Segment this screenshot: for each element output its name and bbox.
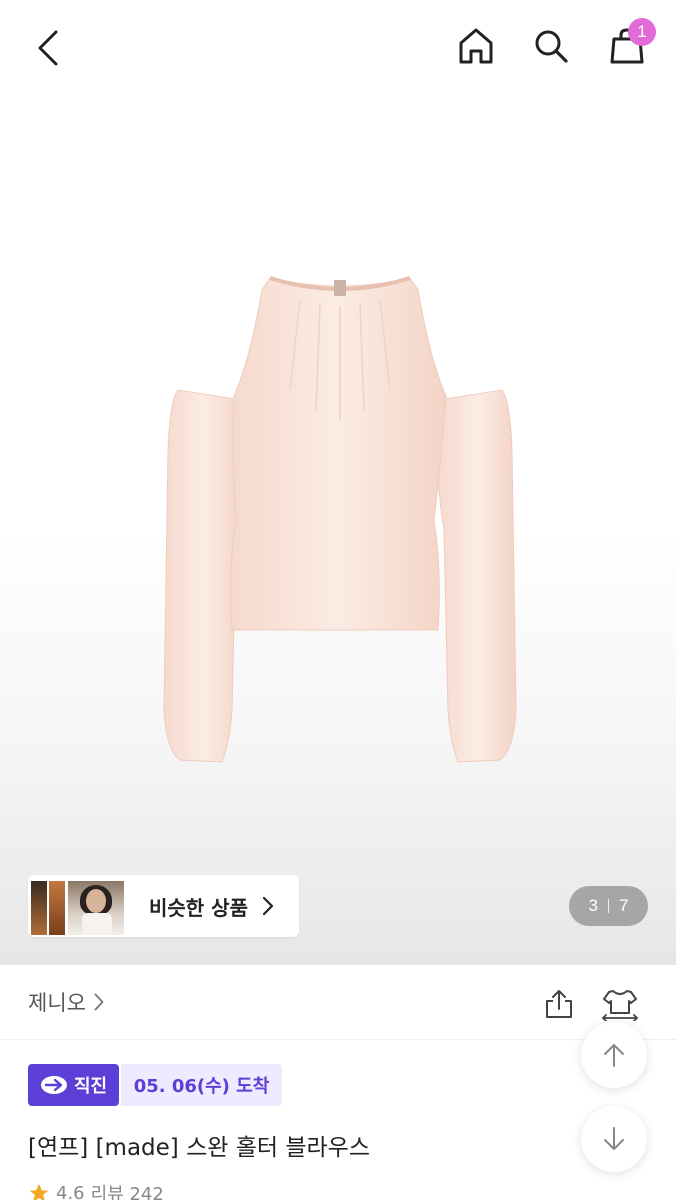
share-button[interactable] xyxy=(538,983,580,1025)
share-icon xyxy=(546,990,572,1018)
size-fit-button[interactable] xyxy=(598,983,642,1025)
home-icon xyxy=(459,28,493,64)
image-pager: 3 7 xyxy=(569,886,648,926)
star-icon xyxy=(29,1183,49,1200)
back-icon xyxy=(38,30,58,66)
arrow-logo-icon xyxy=(40,1076,67,1094)
brand-name: 제니오 xyxy=(28,991,86,1015)
thumbnail-image xyxy=(49,881,65,935)
arrow-down-icon xyxy=(604,1127,624,1150)
thumbnail-image xyxy=(31,881,47,935)
rating-score: 4.6 xyxy=(56,1182,85,1200)
product-title: [연프] [made] 스완 홀터 블라우스 xyxy=(28,1135,370,1161)
scroll-up-button[interactable] xyxy=(581,1022,647,1088)
similar-products-button[interactable]: 비슷한 상품 xyxy=(28,875,299,937)
pager-divider xyxy=(608,899,609,913)
back-button[interactable] xyxy=(24,24,72,72)
brand-row: 제니오 xyxy=(0,965,676,1040)
pager-total: 7 xyxy=(619,896,629,915)
fit-icon xyxy=(602,990,638,1021)
chevron-right-icon xyxy=(262,896,274,916)
product-image-gallery[interactable]: 비슷한 상품 3 7 xyxy=(0,0,676,965)
arrow-up-icon xyxy=(604,1044,624,1067)
rating-row[interactable]: 4.6 리뷰 242 xyxy=(28,1180,164,1200)
scroll-down-button[interactable] xyxy=(581,1106,647,1172)
search-icon xyxy=(535,30,568,63)
search-button[interactable] xyxy=(527,22,575,70)
cart-count-badge: 1 xyxy=(628,18,656,46)
similar-products-thumbnails xyxy=(31,878,127,935)
pager-current: 3 xyxy=(588,896,598,915)
thumbnail-image xyxy=(68,881,124,935)
review-count: 리뷰 242 xyxy=(90,1184,164,1200)
product-detail-page: 비슷한 상품 3 7 1 제니오 직진 05. 06(수) 도착 [연프] [m… xyxy=(0,0,676,1200)
product-image xyxy=(163,276,517,763)
direct-delivery-label: 직진 xyxy=(73,1076,108,1097)
similar-products-label: 비슷한 상품 xyxy=(149,895,248,920)
top-navigation-bar: 1 xyxy=(0,0,676,96)
direct-delivery-badge: 직진 xyxy=(28,1064,119,1106)
arrival-date-badge: 05. 06(수) 도착 xyxy=(121,1064,282,1106)
chevron-right-icon xyxy=(94,993,104,1011)
brand-link[interactable]: 제니오 xyxy=(28,987,104,1017)
home-button[interactable] xyxy=(452,22,500,70)
